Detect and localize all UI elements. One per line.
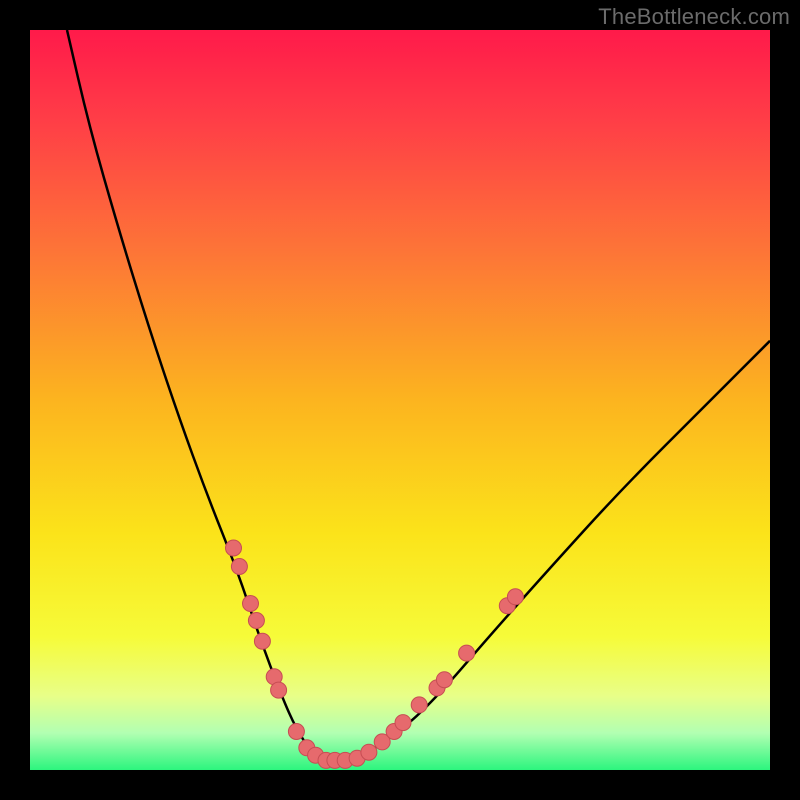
curve-layer	[30, 30, 770, 770]
sample-marker	[271, 682, 287, 698]
sample-marker	[254, 633, 270, 649]
sample-marker	[288, 724, 304, 740]
sample-marker	[231, 559, 247, 575]
sample-marker	[226, 540, 242, 556]
sample-marker	[459, 645, 475, 661]
plot-area	[30, 30, 770, 770]
chart-container: TheBottleneck.com	[0, 0, 800, 800]
sample-marker	[361, 744, 377, 760]
sample-marker	[436, 672, 452, 688]
marker-group	[226, 540, 524, 768]
bottleneck-curve	[67, 30, 770, 761]
sample-marker	[248, 613, 264, 629]
sample-marker	[243, 596, 259, 612]
sample-marker	[411, 697, 427, 713]
watermark-text: TheBottleneck.com	[598, 4, 790, 30]
sample-marker	[395, 715, 411, 731]
sample-marker	[507, 589, 523, 605]
